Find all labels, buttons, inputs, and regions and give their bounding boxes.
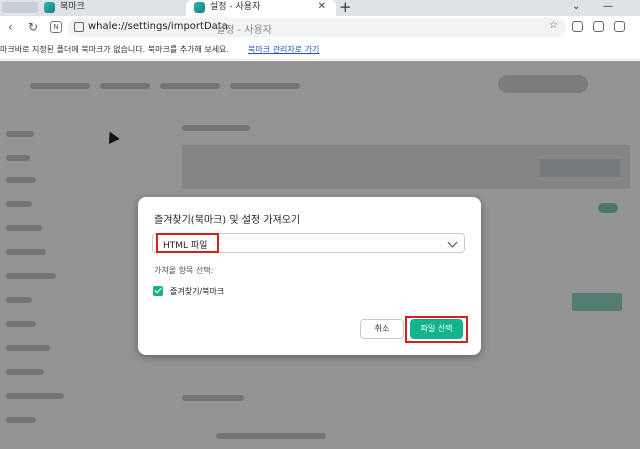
whale-favicon-icon xyxy=(194,2,205,13)
import-items-label: 가져올 항목 선택: xyxy=(154,266,214,275)
tab-label: 북마크 xyxy=(60,2,85,12)
address-url: whale://settings/importData xyxy=(88,21,228,32)
bookmark-manager-link[interactable]: 북마크 관리자로 가기 xyxy=(248,40,319,60)
highlight-box xyxy=(405,316,468,343)
bookmarks-checkbox-label: 즐겨찾기/북마크 xyxy=(170,287,225,296)
address-bar[interactable]: whale://settings/importData 설정 - 사용자 ☆ xyxy=(68,18,566,37)
tab-label: 설정 - 사용자 xyxy=(210,2,261,12)
chevron-down-icon[interactable]: ⌄ xyxy=(572,0,580,14)
cancel-button[interactable]: 취소 xyxy=(360,319,404,339)
extension-icon[interactable] xyxy=(614,21,625,32)
new-tab-icon[interactable]: + xyxy=(339,0,352,16)
whale-favicon-icon xyxy=(44,2,55,13)
tab-settings[interactable]: 설정 - 사용자 ✕ xyxy=(186,0,336,16)
import-dialog: 즐겨찾기(북마크) 및 설정 가져오기 HTML 파일 가져올 항목 선택: 즐… xyxy=(138,197,481,355)
back-icon[interactable]: ‹ xyxy=(8,19,13,35)
address-page-title: 설정 - 사용자 xyxy=(216,25,272,36)
page-icon xyxy=(74,22,84,32)
tab-strip: 북마크 설정 - 사용자 ✕ + ⌄ — xyxy=(0,0,640,16)
bookmarks-bar: 마크바로 지정된 폴더에 북마크가 없습니다. 북마크를 추가해 보세요. 북마… xyxy=(0,40,640,60)
reload-icon[interactable]: ↻ xyxy=(28,19,38,35)
toolbar: ‹ ↻ N whale://settings/importData 설정 - 사… xyxy=(0,16,640,40)
chevron-down-icon xyxy=(447,237,458,248)
tab-previous[interactable] xyxy=(2,2,38,13)
highlight-box xyxy=(156,233,219,253)
sidebar-icon[interactable] xyxy=(572,21,583,32)
tab-close-icon[interactable]: ✕ xyxy=(318,0,326,14)
home-n-icon[interactable]: N xyxy=(50,21,62,33)
capture-icon[interactable] xyxy=(593,21,604,32)
bookmarks-checkbox[interactable] xyxy=(153,286,163,296)
bookmarks-empty-message: 마크바로 지정된 폴더에 북마크가 없습니다. 북마크를 추가해 보세요. xyxy=(0,45,229,54)
dialog-title: 즐겨찾기(북마크) 및 설정 가져오기 xyxy=(154,215,301,226)
star-icon[interactable]: ☆ xyxy=(549,20,558,31)
tab-bookmarks[interactable]: 북마크 xyxy=(44,0,184,16)
minimize-icon[interactable]: — xyxy=(603,0,613,14)
